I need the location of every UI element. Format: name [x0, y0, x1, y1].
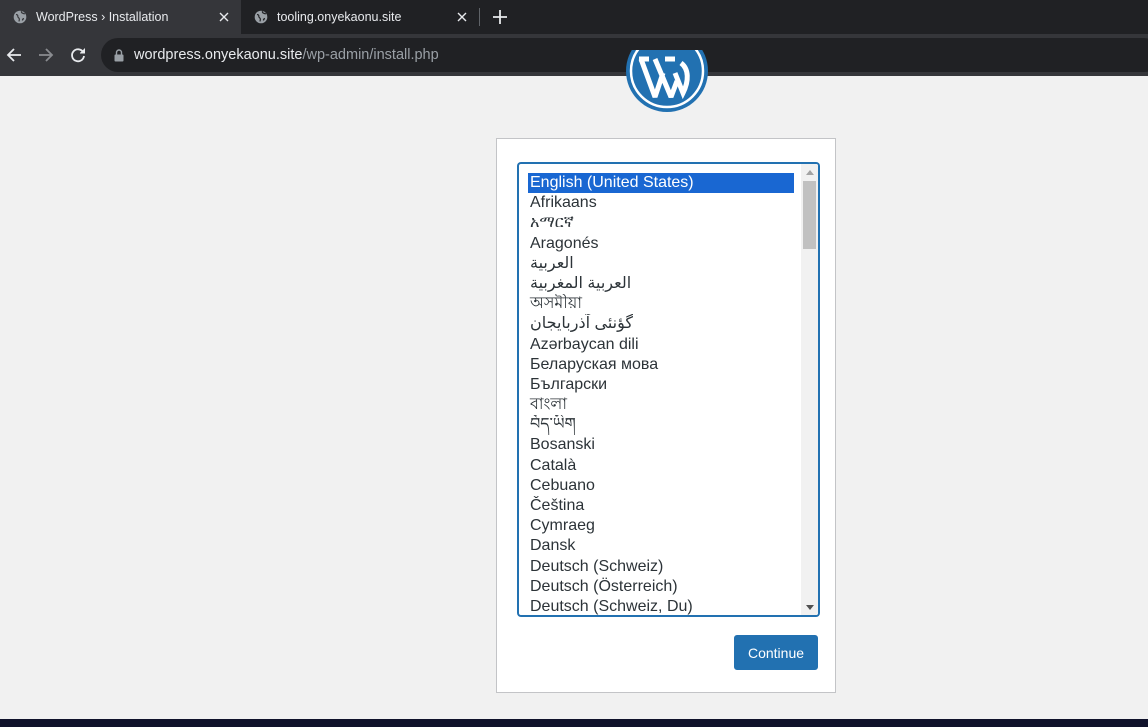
tab-divider [479, 8, 480, 26]
tab-wordpress-installation[interactable]: WordPress › Installation [0, 0, 241, 34]
language-option[interactable]: Azərbaycan dili [528, 335, 794, 355]
language-option[interactable]: Deutsch (Österreich) [528, 577, 794, 597]
language-option[interactable]: العربية [528, 254, 794, 274]
language-option[interactable]: Afrikaans [528, 193, 794, 213]
scrollbar[interactable] [801, 164, 818, 615]
tab-tooling[interactable]: tooling.onyekaonu.site [241, 0, 479, 34]
close-icon[interactable] [453, 8, 471, 26]
tab-title: tooling.onyekaonu.site [277, 10, 402, 24]
language-option[interactable]: አማርኛ [528, 213, 794, 233]
language-option[interactable]: Aragonés [528, 234, 794, 254]
wordpress-logo [625, 50, 709, 113]
language-option[interactable]: گؤنئی آذربایجان [528, 314, 794, 334]
tab-title: WordPress › Installation [36, 10, 169, 24]
arrow-left-icon [6, 48, 21, 62]
url-text: wordpress.onyekaonu.site/wp-admin/instal… [134, 47, 439, 63]
language-option[interactable]: বাংলা [528, 395, 794, 415]
language-option[interactable]: العربية المغربية [528, 274, 794, 294]
reload-button[interactable] [67, 44, 89, 66]
language-select[interactable]: English (United States) Afrikaans አማርኛ Arag… [518, 163, 819, 616]
lock-icon[interactable] [114, 48, 124, 62]
language-option[interactable]: English (United States) [528, 173, 794, 194]
language-option[interactable]: অসমীয়া [528, 294, 794, 314]
tab-strip: WordPress › Installation tooling.onyekao… [0, 0, 1148, 34]
language-option[interactable]: Cymraeg [528, 516, 794, 536]
taskbar-edge [0, 719, 1148, 727]
url-host: wordpress.onyekaonu.site [134, 47, 303, 63]
language-options: English (United States) Afrikaans አማርኛ Arag… [528, 173, 794, 615]
close-icon[interactable] [215, 8, 233, 26]
language-option[interactable]: Català [528, 456, 794, 476]
arrow-right-icon [39, 48, 54, 62]
globe-icon [13, 10, 27, 24]
globe-icon [254, 10, 268, 24]
continue-button[interactable]: Continue [734, 635, 818, 670]
language-option[interactable]: Čeština [528, 496, 794, 516]
language-option[interactable]: Български [528, 375, 794, 395]
language-option[interactable]: Deutsch (Schweiz, Du) [528, 597, 794, 615]
reload-icon [71, 48, 85, 63]
scroll-thumb[interactable] [803, 181, 816, 249]
scroll-down-icon[interactable] [801, 599, 818, 615]
new-tab-button[interactable] [489, 6, 511, 28]
forward-button[interactable] [35, 44, 57, 66]
back-button[interactable] [3, 44, 25, 66]
language-option[interactable]: Dansk [528, 536, 794, 556]
browser-toolbar: wordpress.onyekaonu.site/wp-admin/instal… [0, 34, 1148, 76]
language-option[interactable]: Deutsch (Schweiz) [528, 557, 794, 577]
language-option[interactable]: Bosanski [528, 435, 794, 455]
url-path: /wp-admin/install.php [302, 47, 439, 63]
language-option[interactable]: བོད་ཡིག [528, 415, 794, 435]
language-option[interactable]: Cebuano [528, 476, 794, 496]
scroll-up-icon[interactable] [801, 164, 818, 180]
plus-icon [493, 10, 507, 24]
language-option[interactable]: Беларуская мова [528, 355, 794, 375]
language-card: English (United States) Afrikaans አማርኛ Arag… [496, 138, 836, 693]
